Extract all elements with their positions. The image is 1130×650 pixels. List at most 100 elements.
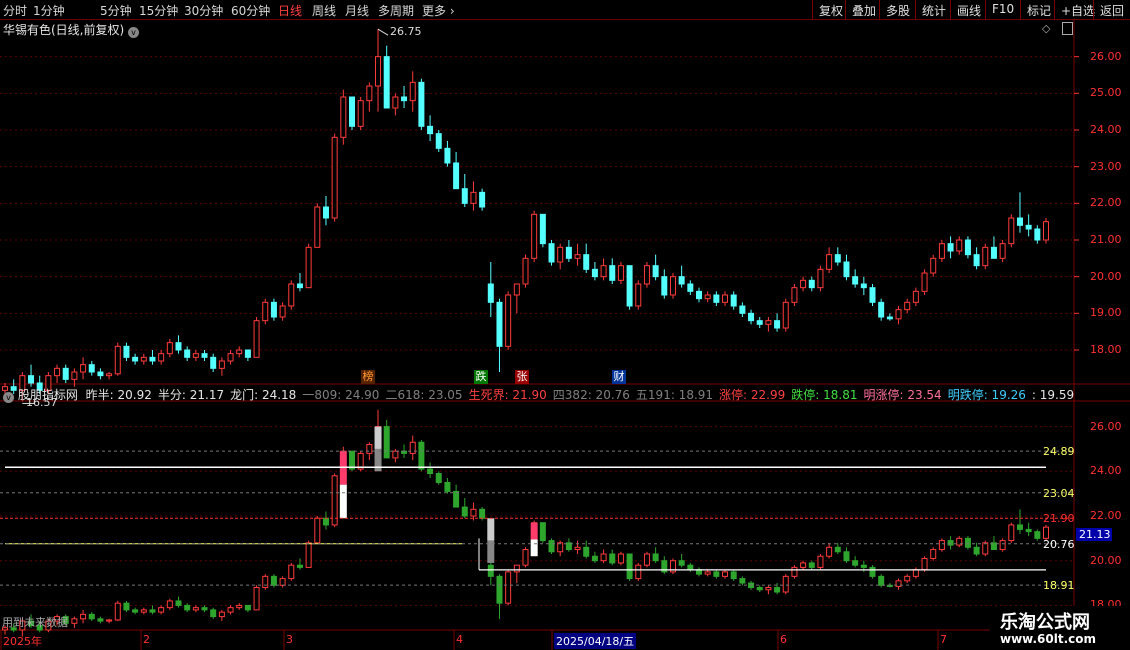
- candle-body: [990, 246, 997, 259]
- ind-candle-body: [643, 553, 650, 566]
- candle-body: [80, 364, 87, 373]
- kline-chart[interactable]: [0, 0, 1130, 650]
- candle-body: [912, 290, 919, 303]
- indicator-value-3: 一809: 24.90: [302, 388, 380, 402]
- candle-body: [375, 56, 382, 87]
- ind-candle-body: [305, 542, 312, 568]
- ind-candle-body: [166, 600, 173, 609]
- candle-body: [678, 276, 685, 285]
- ind-candle-body: [461, 506, 468, 517]
- ind-candle-body: [982, 542, 989, 555]
- ind-candle-body: [548, 540, 555, 553]
- candle-body: [583, 254, 590, 270]
- candle-body: [522, 257, 529, 285]
- candle-body: [331, 136, 338, 219]
- ind-candle-body: [80, 613, 87, 620]
- ind-candle-body: [296, 564, 303, 568]
- candle-body: [774, 320, 781, 329]
- candle-body: [669, 276, 676, 296]
- main-y-tick-7: 19.00: [1090, 306, 1122, 320]
- candle-body: [886, 316, 893, 320]
- main-y-tick-8: 18.00: [1090, 343, 1122, 356]
- candle-body: [973, 254, 980, 267]
- ind-candle-body: [253, 587, 260, 611]
- ind-candle-body: [427, 468, 434, 475]
- candle-body: [782, 301, 789, 329]
- candle-body: [739, 305, 746, 314]
- candle-body: [921, 272, 928, 292]
- candle-body: [756, 320, 763, 325]
- ind-candle-body: [843, 551, 850, 562]
- level-label-0: 24.89: [1043, 445, 1075, 459]
- ind-candle-body: [288, 564, 295, 580]
- watermark-title: 乐淘公式网: [1000, 612, 1090, 633]
- ind-candle-body: [201, 607, 208, 611]
- date-label-0: 2025年: [3, 635, 42, 648]
- candle-body: [643, 265, 650, 285]
- high-marker: [377, 28, 389, 36]
- ind-candle-body: [175, 600, 182, 606]
- candle-body: [487, 283, 494, 303]
- main-y-tick-2: 24.00: [1090, 123, 1122, 136]
- candle-body: [366, 85, 373, 102]
- event-marker-1[interactable]: 跌: [474, 370, 488, 384]
- candle-body: [505, 294, 512, 347]
- event-marker-0[interactable]: 榜: [361, 370, 375, 384]
- ind-candle-body: [973, 546, 980, 555]
- ind-candle-body: [418, 441, 425, 470]
- candle-body: [904, 301, 911, 311]
- ind-candle-body: [826, 546, 833, 557]
- ind-y-tick-0: 26.00: [1090, 419, 1122, 433]
- candle-body: [817, 268, 824, 289]
- ind-candle-body: [184, 604, 191, 611]
- ind-candle-body: [600, 553, 607, 562]
- ind-candle-body: [652, 553, 659, 562]
- candle-body: [722, 294, 729, 303]
- candle-body: [652, 265, 659, 278]
- ind-candle-body: [331, 475, 338, 526]
- candle-body: [1016, 217, 1023, 226]
- candle-body: [548, 243, 555, 263]
- ind-candle-body: [383, 426, 390, 459]
- ind-candle-body: [791, 566, 798, 577]
- indicator-value-5: 生死界: 21.90: [468, 388, 547, 402]
- candle-body: [704, 294, 711, 300]
- ind-candle-body: [505, 571, 512, 604]
- candle-body: [531, 213, 538, 259]
- candle-body: [696, 290, 702, 300]
- event-marker-2[interactable]: 张: [515, 370, 529, 384]
- ind-candle-body: [1025, 528, 1032, 533]
- ind-candle-body: [513, 564, 520, 573]
- ind-candle-body: [947, 540, 954, 546]
- event-marker-3[interactable]: 财: [612, 370, 626, 384]
- candle-body: [175, 342, 182, 351]
- main-y-tick-3: 23.00: [1090, 159, 1122, 173]
- candle-body: [800, 279, 807, 289]
- signal-bar-top-2: [487, 518, 495, 541]
- candle-body: [288, 283, 295, 307]
- indicator-value-12: : 19.59: [1031, 388, 1075, 402]
- candle-body: [305, 246, 312, 289]
- signal-bar-bottom-3: [530, 539, 538, 557]
- candle-body: [149, 356, 156, 362]
- ind-candle-body: [1008, 524, 1015, 542]
- candle-body: [635, 283, 642, 307]
- candle-body: [401, 96, 408, 102]
- signal-bar-top-3: [530, 522, 538, 540]
- candle-body: [843, 261, 850, 278]
- ind-candle-body: [834, 546, 841, 553]
- main-y-tick-1: 25.00: [1090, 86, 1122, 100]
- candle-body: [349, 96, 355, 127]
- indicator-value-10: 明涨停: 23.54: [863, 388, 942, 402]
- ind-candle-body: [921, 557, 928, 571]
- ind-candle-body: [487, 564, 494, 577]
- ind-y-tick-1: 24.00: [1090, 464, 1122, 478]
- main-y-tick-5: 21.00: [1090, 233, 1122, 246]
- ind-candle-body: [262, 575, 269, 589]
- candle-body: [279, 305, 286, 318]
- candle-body: [106, 373, 113, 377]
- ind-candle-body: [470, 508, 477, 517]
- ind-candle-body: [574, 546, 581, 551]
- candle-body: [132, 356, 139, 362]
- chevron-down-icon[interactable]: v: [3, 392, 14, 403]
